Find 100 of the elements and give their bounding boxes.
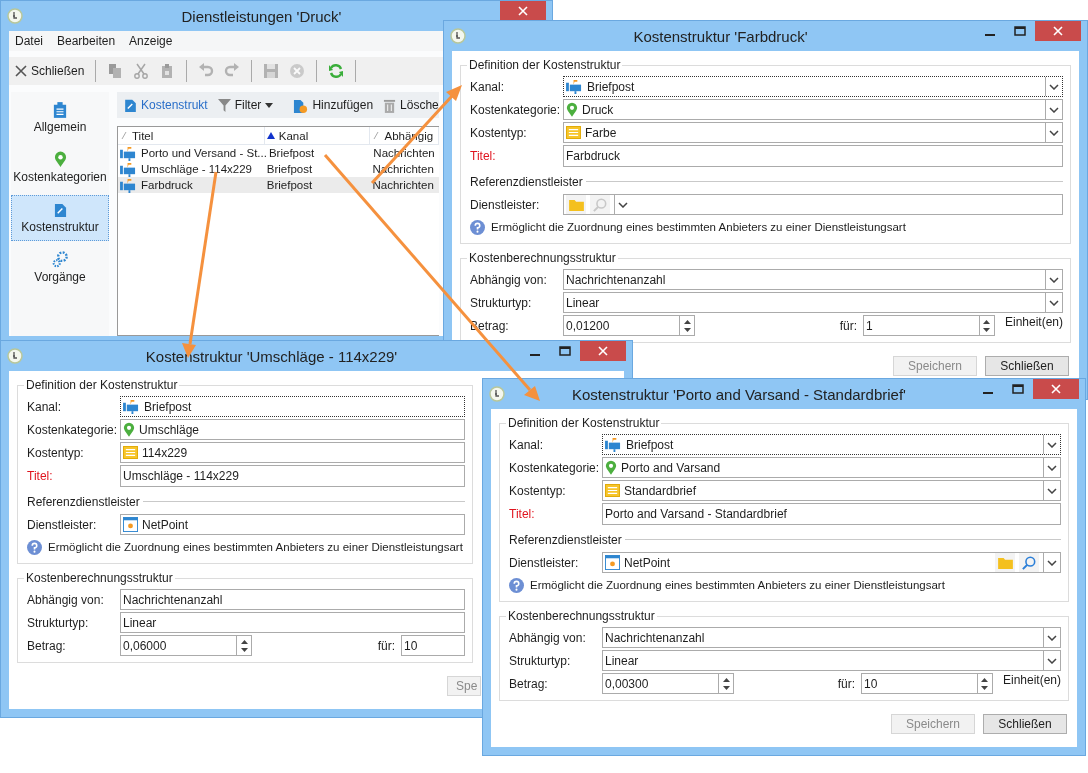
sidebar-item[interactable]: Allgemein [11,96,109,141]
dropdown-field[interactable]: Umschläge [120,419,465,440]
chevron-down-icon [1047,464,1057,471]
number-field[interactable]: 1 [862,315,995,336]
table-row[interactable]: Farbdruck Briefpost Nachrichten [118,177,439,193]
dropdown-button[interactable] [614,195,631,214]
dropdown-field[interactable]: Linear [120,612,465,633]
chevron-down-icon [1047,657,1057,664]
list-icon [123,446,138,459]
dropdown-button[interactable] [1043,435,1060,454]
sidebar-item[interactable]: Vorgänge [11,245,109,291]
mailbox-icon [120,161,137,177]
dropdown-field[interactable]: Linear [602,650,1061,671]
dropdown-field[interactable]: Farbe [563,122,1063,143]
mailbox-icon [123,399,140,414]
window-gear-icon [605,555,620,570]
field-label: Kanal: [27,399,63,414]
sidebar-item[interactable]: Kostenkategorien [11,145,109,191]
up-down-arrows-icon [682,317,692,334]
spinner-button[interactable] [236,636,251,655]
field-label: Dienstleister: [509,555,580,570]
text-field[interactable]: Farbdruck [563,144,1063,167]
number-field[interactable]: 0,06000 [120,635,252,656]
dropdown-button[interactable] [1045,293,1062,312]
dropdown-button[interactable] [1043,651,1060,670]
dropdown-field[interactable]: Linear [563,292,1063,313]
window-title: Kostenstruktur 'Porto and Varsand - Standardbrief' [571,385,907,403]
mailbox-icon [605,437,622,452]
close-button[interactable]: Schließen [983,714,1067,734]
number-field[interactable]: 0,01200 [563,315,695,336]
app-logo-icon [7,348,23,364]
help-icon [509,577,524,593]
dropdown-field[interactable]: Briefpost [602,434,1061,455]
chevron-down-icon [618,201,628,208]
dropdown-button[interactable] [1043,481,1060,500]
field-label: Kostentyp: [27,445,85,460]
maximize-icon [1012,384,1024,394]
field-label: Abhängig von: [509,630,587,645]
column-header[interactable]: Titel [118,127,265,144]
sidebar-item[interactable]: Kostenstruktur [11,195,109,241]
menu-item[interactable]: Bearbeiten [57,34,116,48]
trash-icon [383,97,397,113]
chevron-down-icon [1049,83,1059,90]
app-logo-icon [489,386,505,402]
folder-icon [997,556,1013,569]
clipboard-icon [53,102,67,118]
column-header[interactable]: Kanal [264,127,371,144]
field-label: Titel: [470,148,497,163]
up-down-arrows-icon [721,675,731,692]
dropdown-field[interactable]: Porto and Varsand [602,457,1061,478]
lookup-field[interactable]: NetPoint [120,514,465,535]
close-button[interactable]: Schließen [985,356,1069,376]
close-button[interactable] [500,1,546,21]
number-field[interactable]: 10 [860,673,993,694]
menu-item[interactable]: Datei [15,34,43,48]
maximize-icon [559,346,571,356]
list-icon [566,126,581,139]
text-field[interactable]: Porto and Varsand - Standardbrief [602,502,1061,525]
spinner-button[interactable] [679,316,694,335]
toolbar-button[interactable]: Hinzufügen [290,96,377,114]
dropdown-field[interactable]: Nachrichtenanzahl [602,627,1061,648]
close-button[interactable]: Schließen [13,64,87,78]
number-field[interactable]: 10 [401,635,465,656]
dropdown-field[interactable]: Druck [563,99,1063,120]
dropdown-field[interactable]: Briefpost [120,396,465,417]
help-icon [27,539,42,555]
toolbar-button[interactable]: Lösche [380,97,442,113]
dropdown-button[interactable] [1045,100,1062,119]
field-label: Dienstleister: [470,197,541,212]
dropdown-button[interactable] [1043,458,1060,477]
menu-item[interactable]: Anzeige [129,34,173,48]
number-field[interactable]: 0,00300 [602,673,734,694]
dropdown-field[interactable]: Nachrichtenanzahl [120,589,465,610]
dropdown-field[interactable]: 114x229 [120,442,465,463]
minimize-icon [985,34,995,36]
dropdown-field[interactable]: Briefpost [563,76,1063,97]
field-label: für: [377,638,395,653]
app-logo-icon [450,28,466,44]
close-icon [598,346,608,356]
toolbar-button[interactable]: Kostenstrukt [121,97,211,113]
dropdown-field[interactable]: Standardbrief [602,480,1061,501]
help-text: Ermöglicht die Zuordnung eines bestimmten Anbieters zu einer Dienstleistungsart [491,221,906,233]
lookup-field[interactable] [563,194,1063,215]
dropdown-button[interactable] [1043,553,1060,572]
dropdown-button[interactable] [1045,270,1062,289]
field-label: Titel: [509,506,536,521]
lookup-field[interactable]: NetPoint [602,552,1061,573]
dropdown-button[interactable] [1045,123,1062,142]
dropdown-button[interactable] [1043,628,1060,647]
text-field[interactable]: Umschläge - 114x229 [120,464,465,487]
spinner-button[interactable] [718,674,733,693]
up-down-arrows-icon [239,637,249,654]
dropdown-field[interactable]: Nachrichtenanzahl [563,269,1063,290]
field-label: für: [837,676,855,691]
up-down-arrows-icon [980,675,990,692]
dropdown-button[interactable] [1045,77,1062,96]
toolbar-button[interactable]: Filter [214,97,277,113]
window-title: Dienstleistungen 'Druck' [180,7,343,25]
close-icon [1053,26,1063,36]
funnel-icon [217,97,231,113]
